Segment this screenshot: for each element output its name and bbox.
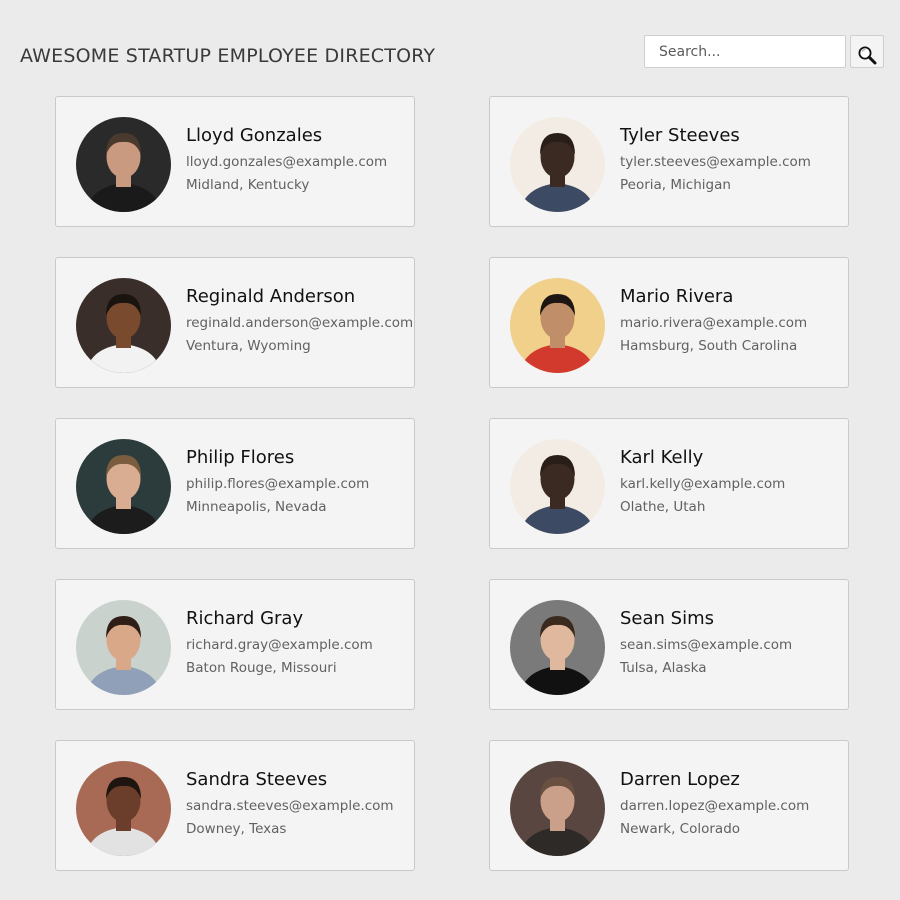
employee-avatar xyxy=(510,278,605,373)
employee-avatar xyxy=(510,117,605,212)
employee-name: Mario Rivera xyxy=(620,286,734,307)
employee-email: sean.sims@example.com xyxy=(620,637,793,653)
employee-card[interactable]: Tyler Steeves tyler.steeves@example.com Pe… xyxy=(489,96,849,227)
employee-avatar xyxy=(76,600,171,695)
employee-card[interactable]: Karl Kelly karl.kelly@example.com Olathe, … xyxy=(489,418,849,549)
employee-avatar xyxy=(510,761,605,856)
employee-card[interactable]: Reginald Anderson reginald.anderson@examp… xyxy=(55,257,415,388)
employee-info: Reginald Anderson reginald.anderson@examp… xyxy=(186,286,414,354)
employee-avatar xyxy=(76,761,171,856)
employee-info: Lloyd Gonzales lloyd.gonzales@example.com… xyxy=(186,125,412,193)
employee-info: Sean Sims sean.sims@example.com Tulsa, Ala… xyxy=(620,608,846,676)
employee-email: lloyd.gonzales@example.com xyxy=(186,154,388,170)
employee-name: Darren Lopez xyxy=(620,769,740,790)
employee-email: karl.kelly@example.com xyxy=(620,476,786,492)
employee-location: Peoria, Michigan xyxy=(620,177,731,193)
employee-info: Mario Rivera mario.rivera@example.com Hams… xyxy=(620,286,846,354)
employee-location: Tulsa, Alaska xyxy=(620,660,707,676)
employee-email: mario.rivera@example.com xyxy=(620,315,808,331)
employee-email: philip.flores@example.com xyxy=(186,476,370,492)
employee-avatar xyxy=(510,439,605,534)
employee-email: richard.gray@example.com xyxy=(186,637,373,653)
employee-name: Lloyd Gonzales xyxy=(186,125,323,146)
magnifying-glass-icon xyxy=(858,46,877,64)
employee-card[interactable]: Darren Lopez darren.lopez@example.com Newa… xyxy=(489,740,849,871)
employee-info: Karl Kelly karl.kelly@example.com Olathe, … xyxy=(620,447,846,515)
search-form xyxy=(644,35,884,69)
employee-info: Sandra Steeves sandra.steeves@example.com… xyxy=(186,769,412,837)
employee-name: Sean Sims xyxy=(620,608,714,629)
employee-info: Darren Lopez darren.lopez@example.com Newa… xyxy=(620,769,846,837)
employee-card[interactable]: Sean Sims sean.sims@example.com Tulsa, Ala… xyxy=(489,579,849,710)
search-button[interactable] xyxy=(850,35,884,68)
employee-name: Sandra Steeves xyxy=(186,769,328,790)
employee-card[interactable]: Richard Gray richard.gray@example.com Bato… xyxy=(55,579,415,710)
employee-name: Tyler Steeves xyxy=(620,125,740,146)
employee-avatar xyxy=(76,439,171,534)
employee-location: Newark, Colorado xyxy=(620,821,741,837)
page-title: AWESOME STARTUP EMPLOYEE DIRECTORY xyxy=(20,45,436,67)
employee-info: Richard Gray richard.gray@example.com Bato… xyxy=(186,608,412,676)
employee-name: Reginald Anderson xyxy=(186,286,356,307)
employee-avatar xyxy=(510,600,605,695)
employee-email: darren.lopez@example.com xyxy=(620,798,810,814)
employee-email: reginald.anderson@example.com xyxy=(186,315,414,331)
employee-name: Philip Flores xyxy=(186,447,295,468)
employee-card[interactable]: Mario Rivera mario.rivera@example.com Hams… xyxy=(489,257,849,388)
employee-card[interactable]: Lloyd Gonzales lloyd.gonzales@example.com… xyxy=(55,96,415,227)
employee-location: Midland, Kentucky xyxy=(186,177,310,193)
search-input[interactable] xyxy=(644,35,846,68)
employee-location: Downey, Texas xyxy=(186,821,287,837)
employee-location: Ventura, Wyoming xyxy=(186,338,311,354)
employee-location: Minneapolis, Nevada xyxy=(186,499,327,515)
employee-email: tyler.steeves@example.com xyxy=(620,154,811,170)
employee-card[interactable]: Sandra Steeves sandra.steeves@example.com… xyxy=(55,740,415,871)
employee-name: Karl Kelly xyxy=(620,447,704,468)
employee-location: Baton Rouge, Missouri xyxy=(186,660,337,676)
employee-email: sandra.steeves@example.com xyxy=(186,798,394,814)
employee-card[interactable]: Philip Flores philip.flores@example.com Mi… xyxy=(55,418,415,549)
employee-info: Tyler Steeves tyler.steeves@example.com Pe… xyxy=(620,125,846,193)
employee-avatar xyxy=(76,117,171,212)
employee-info: Philip Flores philip.flores@example.com Mi… xyxy=(186,447,412,515)
employee-name: Richard Gray xyxy=(186,608,304,629)
employee-avatar xyxy=(76,278,171,373)
employee-location: Hamsburg, South Carolina xyxy=(620,338,798,354)
employee-location: Olathe, Utah xyxy=(620,499,706,515)
